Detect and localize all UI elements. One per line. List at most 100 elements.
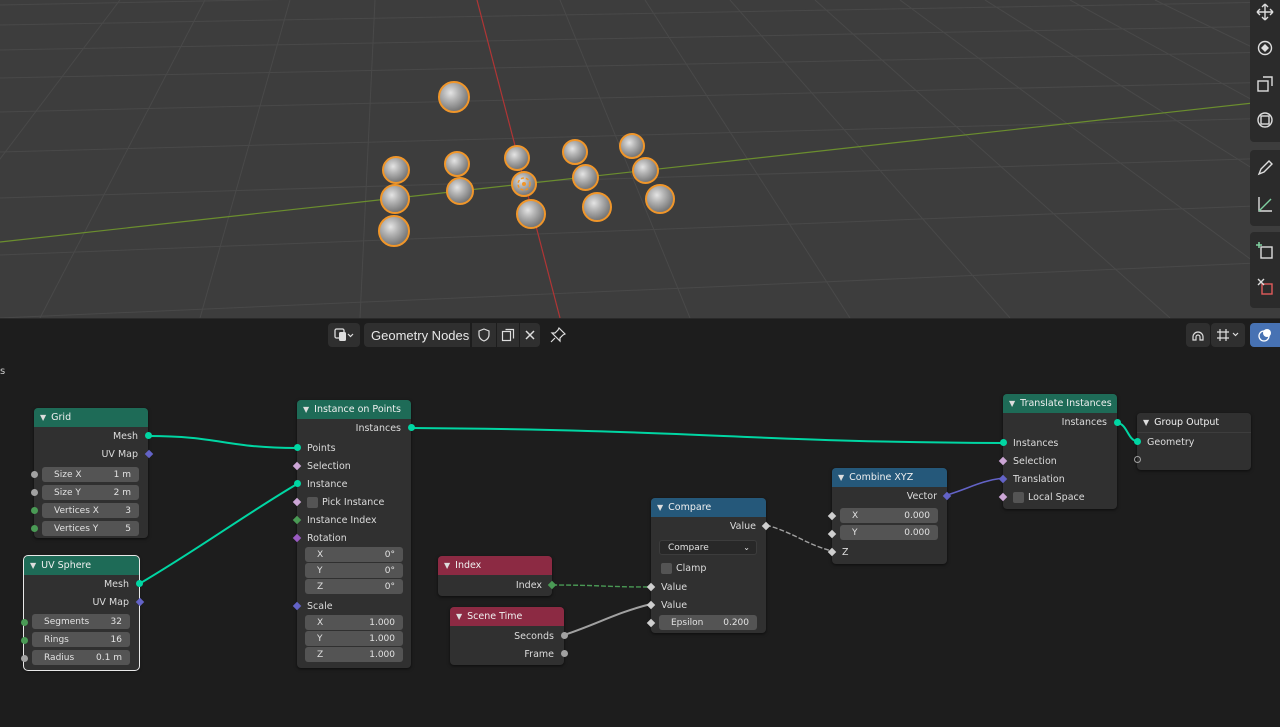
scale-z-field[interactable]: Z 1.000 <box>305 647 403 662</box>
node-editor[interactable]: Geometry Nodes s ▼ Grid Mesh UV Map Size… <box>0 318 1280 727</box>
group-output-node-header[interactable]: ▼ Group Output <box>1137 413 1251 432</box>
local-space-checkbox[interactable] <box>1013 491 1024 503</box>
instance-sphere[interactable] <box>582 192 612 222</box>
collapse-chevron-icon[interactable]: ▼ <box>444 561 450 570</box>
add-cube-tool[interactable] <box>1250 232 1280 268</box>
transform-tool[interactable] <box>1250 102 1280 138</box>
collapse-chevron-icon[interactable]: ▼ <box>456 612 462 621</box>
x-field[interactable]: X 0.000 <box>840 508 938 523</box>
instance-sphere[interactable] <box>438 81 470 113</box>
vertices-y-field[interactable]: Vertices Y 5 <box>42 521 139 536</box>
instance-sphere[interactable] <box>632 157 659 184</box>
compare-node-header[interactable]: ▼ Compare <box>651 498 766 517</box>
collapse-chevron-icon[interactable]: ▼ <box>657 503 663 512</box>
input-pick-instance[interactable]: Pick Instance <box>297 493 411 511</box>
link-grid-mesh-to-points[interactable] <box>147 435 298 449</box>
collapse-chevron-icon[interactable]: ▼ <box>1143 418 1149 427</box>
index-node-header[interactable]: ▼ Index <box>438 556 552 575</box>
instance-sphere[interactable] <box>446 177 474 205</box>
socket-instances-output[interactable] <box>1114 419 1121 426</box>
radius-field[interactable]: Radius 0.1 m <box>32 650 130 665</box>
viewport-toolbar-bottom <box>1250 232 1280 308</box>
measure-tool[interactable] <box>1250 186 1280 222</box>
vertices-x-field[interactable]: Vertices X 3 <box>42 503 139 518</box>
segments-field[interactable]: Segments 32 <box>32 614 130 629</box>
input-selection: Selection <box>1003 452 1117 470</box>
scale-tool[interactable] <box>1250 66 1280 102</box>
rotation-x-field[interactable]: X 0° <box>305 547 403 562</box>
y-field[interactable]: Y 0.000 <box>840 525 938 540</box>
instance-sphere[interactable] <box>645 184 675 214</box>
socket-mesh-output[interactable] <box>136 580 143 587</box>
rings-field[interactable]: Rings 16 <box>32 632 130 647</box>
combine-xyz-node-header[interactable]: ▼ Combine XYZ <box>832 468 947 487</box>
translate-instances-node-header[interactable]: ▼ Translate Instances <box>1003 394 1117 413</box>
instance-sphere[interactable] <box>619 133 645 159</box>
scene-time-node-header[interactable]: ▼ Scene Time <box>450 607 564 626</box>
collapse-chevron-icon[interactable]: ▼ <box>40 413 46 422</box>
rotation-z-field[interactable]: Z 0° <box>305 579 403 594</box>
instance-sphere[interactable] <box>380 184 410 214</box>
instance-sphere[interactable] <box>504 145 530 171</box>
rotation-y-field[interactable]: Y 0° <box>305 563 403 578</box>
collapse-chevron-icon[interactable]: ▼ <box>303 405 309 414</box>
translate-instances-node[interactable]: ▼ Translate Instances Instances Instances… <box>998 394 1121 509</box>
socket-seconds-output[interactable] <box>561 632 568 639</box>
compare-node[interactable]: ▼ Compare Value Compare ⌄ Clamp Value Valu… <box>646 498 771 633</box>
object-origin-icon[interactable] <box>516 176 532 192</box>
index-node[interactable]: ▼ Index Index <box>438 556 557 596</box>
rotate-tool[interactable] <box>1250 30 1280 66</box>
link-sphere-mesh-to-instance[interactable] <box>138 483 298 585</box>
link-instances-to-translate[interactable] <box>410 427 1004 444</box>
instance-sphere[interactable] <box>572 164 599 191</box>
socket-label: Index <box>515 579 542 591</box>
combine-xyz-node[interactable]: ▼ Combine XYZ Vector X 0.000 Y 0.000 Z <box>827 468 952 564</box>
uv-sphere-node[interactable]: ▼ UV Sphere Mesh UV Map Segments 32 Rings 1… <box>21 555 145 671</box>
socket-size-x[interactable] <box>31 471 38 478</box>
grid-node[interactable]: ▼ Grid Mesh UV Map Size X 1 m Size Y 2 m Ve… <box>31 408 154 538</box>
input-clamp[interactable]: Clamp <box>651 559 766 577</box>
grid-node-header[interactable]: ▼ Grid <box>34 408 148 427</box>
scale-x-field[interactable]: X 1.000 <box>305 615 403 630</box>
instance-on-points-node-header[interactable]: ▼ Instance on Points <box>297 400 411 419</box>
instance-sphere[interactable] <box>378 215 410 247</box>
input-local-space[interactable]: Local Space <box>1003 488 1117 506</box>
size-x-field[interactable]: Size X 1 m <box>42 467 139 482</box>
collapse-chevron-icon[interactable]: ▼ <box>838 473 844 482</box>
extrude-tool[interactable] <box>1250 268 1280 304</box>
socket-rings[interactable] <box>21 637 28 644</box>
3d-viewport[interactable] <box>0 0 1280 318</box>
instance-sphere[interactable] <box>444 151 470 177</box>
clamp-checkbox[interactable] <box>661 562 672 574</box>
epsilon-field[interactable]: Epsilon 0.200 <box>659 615 757 630</box>
size-y-field[interactable]: Size Y 2 m <box>42 485 139 500</box>
instance-sphere[interactable] <box>382 156 410 184</box>
socket-vertices-x[interactable] <box>31 507 38 514</box>
pick-instance-checkbox[interactable] <box>307 496 318 508</box>
compare-operation-dropdown[interactable]: Compare ⌄ <box>659 540 757 555</box>
socket-vertices-y[interactable] <box>31 525 38 532</box>
socket-mesh-output[interactable] <box>145 432 152 439</box>
collapse-chevron-icon[interactable]: ▼ <box>1009 399 1015 408</box>
link-compare-to-combine[interactable] <box>765 524 833 552</box>
link-index-to-compare[interactable] <box>551 584 652 588</box>
move-tool[interactable] <box>1250 0 1280 30</box>
socket-empty-input[interactable] <box>1134 456 1141 463</box>
socket-segments[interactable] <box>21 619 28 626</box>
uv-sphere-node-header[interactable]: ▼ UV Sphere <box>24 556 139 575</box>
instance-on-points-node[interactable]: ▼ Instance on Points Instances Points Sel… <box>292 400 415 668</box>
socket-label: Instance <box>307 478 348 490</box>
scene-time-node[interactable]: ▼ Scene Time Seconds Frame <box>450 607 568 665</box>
collapse-chevron-icon[interactable]: ▼ <box>30 561 36 570</box>
socket-radius[interactable] <box>21 655 28 662</box>
socket-instances-output[interactable] <box>408 424 415 431</box>
instance-sphere[interactable] <box>516 199 546 229</box>
link-vector-to-translation[interactable] <box>946 477 1004 496</box>
group-output-node[interactable]: ▼ Group Output Geometry <box>1134 413 1251 470</box>
instance-sphere[interactable] <box>562 139 588 165</box>
annotate-tool[interactable] <box>1250 150 1280 186</box>
socket-frame-output[interactable] <box>561 650 568 657</box>
link-seconds-to-compare[interactable] <box>563 603 652 636</box>
socket-size-y[interactable] <box>31 489 38 496</box>
scale-y-field[interactable]: Y 1.000 <box>305 631 403 646</box>
